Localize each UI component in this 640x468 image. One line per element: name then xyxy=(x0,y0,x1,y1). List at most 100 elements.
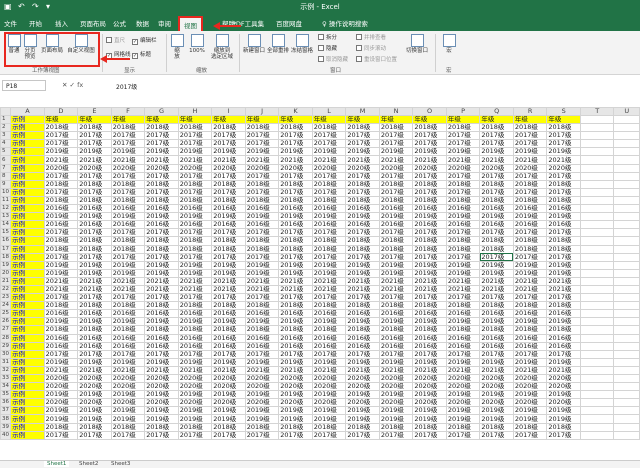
grid-cell[interactable]: 2017级 xyxy=(311,430,347,440)
grid-cell[interactable]: 2019级 xyxy=(378,317,414,327)
grid-cell[interactable]: 2017级 xyxy=(512,171,548,181)
grid-cell[interactable]: 2017级 xyxy=(445,187,481,197)
grid-cell[interactable]: 2021级 xyxy=(77,276,112,286)
grid-cell[interactable] xyxy=(579,123,615,133)
grid-cell[interactable]: 2018级 xyxy=(412,325,447,335)
grid-cell[interactable]: 2018级 xyxy=(110,422,146,432)
grid-cell[interactable]: 2019级 xyxy=(278,268,313,278)
grid-cell[interactable]: 2017级 xyxy=(278,131,313,141)
grid-cell[interactable]: 2018级 xyxy=(110,325,146,335)
grid-cell[interactable]: 2019级 xyxy=(546,212,581,222)
grid-cell[interactable]: 2019级 xyxy=(110,212,146,222)
grid-cell[interactable]: 2018级 xyxy=(77,179,112,189)
grid-cell[interactable] xyxy=(579,163,615,173)
grid-cell[interactable]: 示例 xyxy=(10,195,45,206)
grid-cell[interactable]: 年级 xyxy=(412,114,447,125)
grid-cell[interactable]: 2017级 xyxy=(77,131,112,141)
grid-cell[interactable]: 示例 xyxy=(10,349,45,359)
grid-cell[interactable]: 2017级 xyxy=(77,228,112,238)
grid-cell[interactable] xyxy=(613,293,640,303)
grid-cell[interactable]: 2021级 xyxy=(244,155,280,165)
grid-cell[interactable] xyxy=(579,284,615,295)
select-all-corner[interactable] xyxy=(0,107,12,116)
row-header[interactable]: 21 xyxy=(0,276,12,286)
grid-cell[interactable]: 2017级 xyxy=(43,228,79,238)
grid-cell[interactable]: 2018级 xyxy=(311,422,347,432)
grid-cell[interactable]: 示例 xyxy=(10,398,45,408)
help-search[interactable]: ♀ 操作说明搜索 xyxy=(322,18,368,28)
grid-cell[interactable]: 2017级 xyxy=(177,293,213,303)
grid-cell[interactable]: 2017级 xyxy=(412,131,447,141)
grid-cell[interactable]: 2019级 xyxy=(144,147,179,157)
grid-cell[interactable] xyxy=(613,398,640,408)
grid-cell[interactable]: 2019级 xyxy=(378,147,414,157)
grid-cell[interactable]: 2021级 xyxy=(345,155,380,165)
grid-cell[interactable]: 2019级 xyxy=(278,317,313,327)
grid-cell[interactable]: 2019级 xyxy=(211,406,246,416)
grid-cell[interactable]: 2021级 xyxy=(144,284,179,295)
grid-cell[interactable]: 2016级 xyxy=(412,309,447,319)
grid-cell[interactable]: 2021级 xyxy=(445,155,481,165)
row-header[interactable]: 19 xyxy=(0,260,12,270)
grid-cell[interactable]: 2018级 xyxy=(278,123,313,133)
grid-cell[interactable]: 2019级 xyxy=(512,147,548,157)
grid-cell[interactable]: 示例 xyxy=(10,422,45,432)
column-header[interactable]: Q xyxy=(479,107,514,116)
grid-cell[interactable]: 2019级 xyxy=(412,357,447,367)
row-header[interactable]: 33 xyxy=(0,373,12,384)
split-button[interactable]: 拆分 xyxy=(318,33,337,41)
grid-cell[interactable]: 2018级 xyxy=(445,179,481,189)
grid-cell[interactable]: 2018级 xyxy=(244,123,280,133)
grid-cell[interactable]: 2019级 xyxy=(479,406,514,416)
grid-cell[interactable] xyxy=(579,147,615,157)
row-header[interactable]: 32 xyxy=(0,365,12,376)
row-header[interactable]: 7 xyxy=(0,163,12,173)
grid-cell[interactable]: 2019级 xyxy=(311,414,347,424)
grid-cell[interactable]: 2017级 xyxy=(211,430,246,440)
grid-cell[interactable]: 2016级 xyxy=(77,333,112,343)
grid-cell[interactable]: 2017级 xyxy=(412,252,447,262)
grid-cell[interactable]: 2019级 xyxy=(512,268,548,278)
grid-cell[interactable]: 2021级 xyxy=(177,155,213,165)
grid-cell[interactable]: 2021级 xyxy=(345,284,380,295)
grid-cell[interactable]: 2017级 xyxy=(512,139,548,149)
grid-cell[interactable] xyxy=(579,179,615,189)
grid-cell[interactable]: 2016级 xyxy=(278,333,313,343)
grid-cell[interactable]: 年级 xyxy=(311,114,347,125)
grid-cell[interactable]: 2019级 xyxy=(144,406,179,416)
grid-cell[interactable]: 2018级 xyxy=(512,123,548,133)
grid-cell[interactable]: 2019级 xyxy=(144,212,179,222)
grid-cell[interactable]: 2018级 xyxy=(77,123,112,133)
grid-cell[interactable]: 2017级 xyxy=(412,293,447,303)
grid-cell[interactable]: 2018级 xyxy=(244,325,280,335)
grid-cell[interactable] xyxy=(613,114,640,125)
grid-cell[interactable]: 2017级 xyxy=(546,349,581,359)
grid-cell[interactable]: 2018级 xyxy=(412,236,447,246)
grid-cell[interactable]: 2017级 xyxy=(144,430,179,440)
grid-cell[interactable]: 2017级 xyxy=(378,228,414,238)
grid-cell[interactable]: 2017级 xyxy=(77,171,112,181)
grid-cell[interactable]: 示例 xyxy=(10,268,45,278)
grid-cell[interactable]: 2020级 xyxy=(278,373,313,384)
grid-cell[interactable] xyxy=(579,382,615,392)
grid-cell[interactable] xyxy=(579,236,615,246)
grid-cell[interactable]: 2019级 xyxy=(211,147,246,157)
grid-cell[interactable]: 2021级 xyxy=(378,155,414,165)
row-header[interactable]: 34 xyxy=(0,382,12,392)
grid-cell[interactable]: 2020级 xyxy=(345,373,380,384)
grid-cell[interactable]: 2020级 xyxy=(244,398,280,408)
grid-cell[interactable]: 2021级 xyxy=(110,276,146,286)
grid-cell[interactable]: 2017级 xyxy=(378,171,414,181)
grid-cell[interactable]: 2018级 xyxy=(278,179,313,189)
grid-cell[interactable]: 2021级 xyxy=(378,276,414,286)
grid-cell[interactable]: 2017级 xyxy=(110,187,146,197)
grid-cell[interactable]: 2018级 xyxy=(479,325,514,335)
grid-cell[interactable]: 2017级 xyxy=(43,171,79,181)
grid-cell[interactable]: 2020级 xyxy=(546,382,581,392)
grid-cell[interactable]: 2017级 xyxy=(546,228,581,238)
grid-cell[interactable]: 2017级 xyxy=(546,293,581,303)
grid-cell[interactable] xyxy=(613,123,640,133)
grid-cell[interactable]: 2019级 xyxy=(378,357,414,367)
grid-cell[interactable]: 2021级 xyxy=(211,365,246,376)
grid-cell[interactable]: 2018级 xyxy=(445,325,481,335)
